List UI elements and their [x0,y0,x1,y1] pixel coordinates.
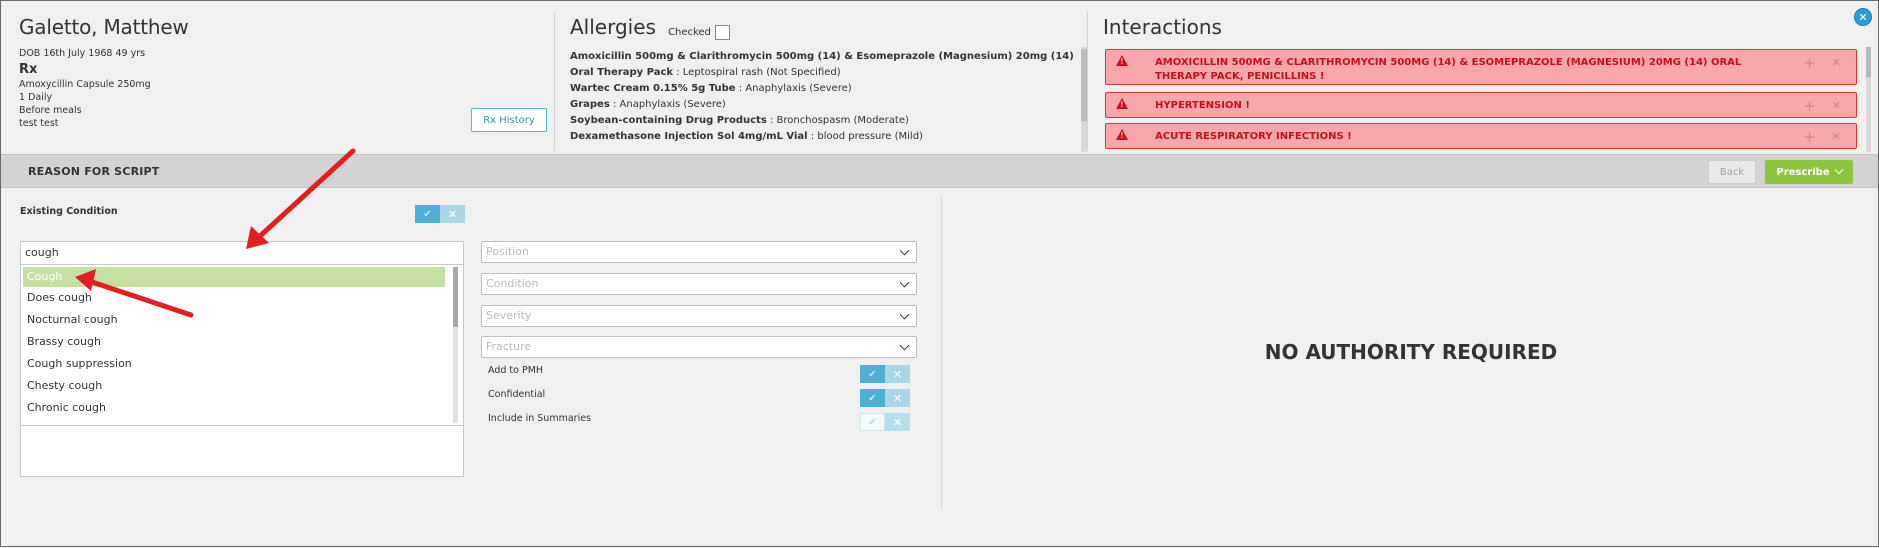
suggestion-item[interactable]: Brassy cough [21,331,446,353]
condition-select[interactable]: Condition [481,273,917,295]
rx-history-button[interactable]: Rx History [471,108,547,132]
cross-icon: ✕ [440,205,465,223]
rx-timing: Before meals [19,105,82,116]
suggestions-scrollbar[interactable] [453,267,458,423]
chevron-down-icon [899,245,910,256]
fracture-select[interactable]: Fracture [481,336,917,358]
include-in-summaries-label: Include in Summaries [488,413,592,424]
add-icon[interactable]: + [1803,128,1816,146]
warning-icon [1116,55,1128,66]
back-button[interactable]: Back [1708,160,1756,184]
condition-suggestions: Cough Does cough Nocturnal cough Brassy … [21,264,463,426]
rx-drug: Amoxycillin Capsule 250mg [19,79,151,90]
position-select[interactable]: Position [481,241,917,263]
position-placeholder: Position [486,245,529,258]
warning-icon [1116,98,1128,109]
cross-icon: ✕ [885,365,910,383]
dismiss-icon[interactable]: ✕ [1832,56,1841,69]
patient-dob: DOB 16th July 1968 49 yrs [19,48,146,59]
suggestion-item[interactable]: Does cough [21,287,446,309]
header-panels: Galetto, Matthew DOB 16th July 1968 49 y… [1,1,1878,154]
allergy-item: Soybean-containing Drug Products : Bronc… [570,115,909,126]
severity-select[interactable]: Severity [481,305,917,327]
allergy-item: Amoxicillin 500mg & Clarithromycin 500mg… [570,51,1074,78]
prescribe-label: Prescribe [1776,166,1830,178]
dismiss-icon[interactable]: ✕ [1832,130,1841,143]
fracture-placeholder: Fracture [486,340,532,353]
add-icon[interactable]: + [1803,97,1816,115]
chevron-down-icon [899,309,910,320]
add-to-pmh-label: Add to PMH [488,365,544,376]
dismiss-icon[interactable]: ✕ [1832,99,1841,112]
check-icon: ✔ [415,205,440,223]
add-to-pmh-toggle[interactable]: ✔ ✕ [860,365,910,383]
allergy-item: Grapes : Anaphylaxis (Severe) [570,99,726,110]
interactions-title: Interactions [1103,15,1222,39]
check-icon: ✔ [860,389,885,407]
divider [554,11,555,151]
rx-frequency: 1 Daily [19,92,53,103]
allergy-item: Wartec Cream 0.15% 5g Tube : Anaphylaxis… [570,83,852,94]
cross-icon: ✕ [885,413,910,431]
check-icon: ✔ [860,413,885,431]
severity-placeholder: Severity [486,309,532,322]
patient-name: Galetto, Matthew [19,15,189,39]
app-window: Galetto, Matthew DOB 16th July 1968 49 y… [0,0,1879,547]
interaction-alert[interactable]: HYPERTENSION ! + ✕ [1105,92,1857,118]
suggestion-item[interactable]: Cough suppression [21,353,446,375]
prescribe-button[interactable]: Prescribe [1765,160,1853,184]
divider [1087,11,1088,151]
allergy-item: Dexamethasone Injection Sol 4mg/mL Vial … [570,131,923,142]
chevron-down-icon [899,340,910,351]
existing-condition-toggle[interactable]: ✔ ✕ [415,205,465,223]
checked-label: Checked [668,27,711,38]
suggestion-item-selected[interactable]: Cough [23,267,445,287]
interaction-alert[interactable]: AMOXICILLIN 500MG & CLARITHROMYCIN 500MG… [1105,49,1857,85]
section-title: REASON FOR SCRIPT [28,165,160,178]
suggestion-item[interactable]: Chesty cough [21,375,446,397]
confidential-toggle[interactable]: ✔ ✕ [860,389,910,407]
suggestion-item[interactable]: Chronic cough [21,397,446,419]
include-in-summaries-toggle[interactable]: ✔ ✕ [860,413,910,431]
patient-panel: Galetto, Matthew DOB 16th July 1968 49 y… [19,15,549,130]
interactions-scrollbar[interactable] [1866,47,1871,152]
interaction-text: AMOXICILLIN 500MG & CLARITHROMYCIN 500MG… [1155,57,1742,82]
interaction-text: HYPERTENSION ! [1155,100,1250,111]
allergies-checked-checkbox[interactable] [715,25,730,40]
allergies-panel: Allergies Checked Amoxicillin 500mg & Cl… [570,15,1080,153]
interaction-text: ACUTE RESPIRATORY INFECTIONS ! [1155,131,1352,142]
close-icon[interactable]: ✕ [1854,8,1872,26]
check-icon: ✔ [860,365,885,383]
condition-search-box[interactable]: cough Cough Does cough Nocturnal cough B… [20,241,464,477]
cross-icon: ✕ [885,389,910,407]
authority-message: NO AUTHORITY REQUIRED [1264,340,1558,364]
rx-heading: Rx [19,62,38,77]
confidential-label: Confidential [488,389,546,400]
add-icon[interactable]: + [1803,54,1816,72]
warning-icon [1116,129,1128,140]
interactions-panel: Interactions [1103,15,1863,39]
allergies-title: Allergies [570,15,656,39]
rx-note: test test [19,118,59,129]
condition-search-input[interactable]: cough [25,246,59,259]
condition-placeholder: Condition [486,277,539,290]
allergy-list: Amoxicillin 500mg & Clarithromycin 500mg… [570,49,1080,153]
chevron-down-icon [899,277,910,288]
interaction-alert[interactable]: ACUTE RESPIRATORY INFECTIONS ! + ✕ [1105,123,1857,149]
existing-condition-label: Existing Condition [20,206,118,217]
divider [941,195,942,507]
suggestion-item[interactable]: Nocturnal cough [21,309,446,331]
reason-for-script-bar: REASON FOR SCRIPT Back Prescribe [1,154,1878,188]
chevron-down-icon [1834,165,1843,175]
